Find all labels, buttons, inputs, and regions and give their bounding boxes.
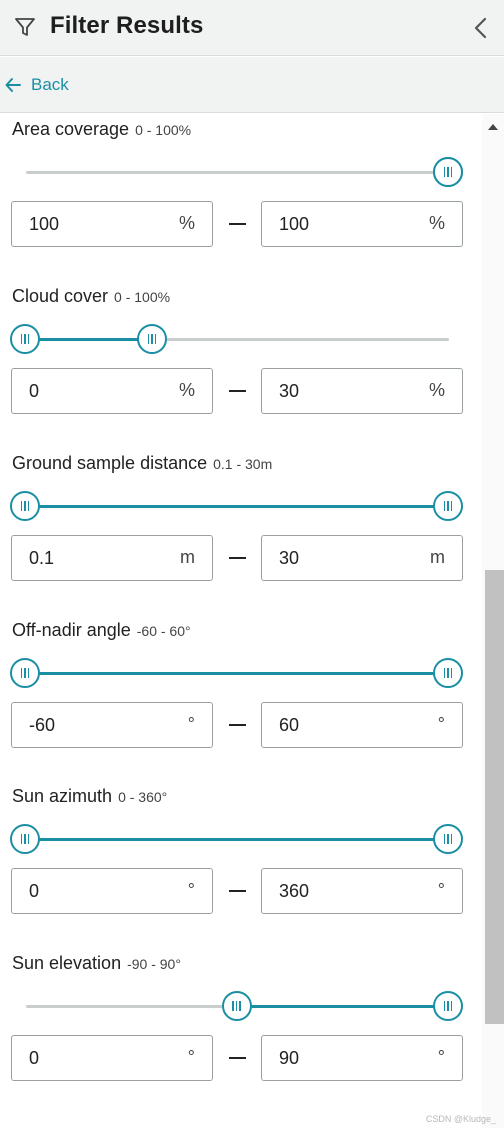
slider-max-handle[interactable] — [433, 491, 463, 521]
filter-range: 0 - 360° — [118, 789, 168, 805]
range-separator — [229, 223, 246, 225]
slider-min-handle[interactable] — [10, 491, 40, 521]
max-value-input[interactable]: 30 m — [261, 535, 463, 581]
min-value-input[interactable]: -60 ° — [11, 702, 213, 748]
range-slider[interactable] — [10, 491, 463, 521]
max-value-input[interactable]: 30% — [261, 368, 463, 414]
filter-icon — [15, 18, 35, 36]
watermark: CSDN @Kludge_ — [425, 1114, 496, 1124]
range-separator — [229, 557, 246, 559]
filter-label: Sun elevation -90 - 90° — [12, 953, 181, 973]
filter-sun-elevation: Sun elevation -90 - 90° 0 ° 90 ° — [0, 953, 482, 1120]
slider-min-handle[interactable] — [10, 658, 40, 688]
slider-fill — [26, 672, 449, 675]
slider-min-handle[interactable] — [10, 824, 40, 854]
slider-max-handle[interactable] — [433, 991, 463, 1021]
filter-label: Cloud cover 0 - 100% — [12, 286, 171, 306]
filter-range: 0 - 100% — [135, 122, 192, 138]
filter-area-coverage: Area coverage 0 - 100% 100% 100% — [0, 119, 482, 286]
slider-max-handle[interactable] — [433, 658, 463, 688]
unit-label: % — [428, 380, 445, 400]
filter-off-nadir-angle: Off-nadir angle -60 - 60° -60 ° 60 ° — [0, 620, 482, 787]
filter-ground-sample-distance: Ground sample distance 0.1 - 30m 0.1 m 30 m — [0, 453, 482, 620]
filter-range: -90 - 90° — [127, 956, 181, 972]
panel-header: Filter Results — [0, 0, 504, 56]
max-value-input[interactable]: 360 ° — [261, 868, 463, 914]
unit-label: % — [428, 213, 445, 233]
filter-label: Off-nadir angle -60 - 60° — [12, 620, 191, 640]
slider-max-handle[interactable] — [433, 157, 463, 187]
scrollbar[interactable] — [482, 114, 504, 1128]
unit-label: m — [180, 547, 195, 567]
back-label: Back — [31, 75, 69, 94]
max-value-input[interactable]: 100% — [261, 201, 463, 247]
unit-label: ° — [187, 714, 195, 734]
filter-label: Ground sample distance 0.1 - 30m — [12, 453, 273, 473]
range-slider[interactable] — [10, 324, 449, 354]
slider-fill — [26, 338, 153, 341]
unit-label: ° — [437, 714, 445, 734]
slider-min-handle[interactable] — [221, 991, 252, 1021]
unit-label: ° — [187, 1047, 195, 1067]
scroll-up-arrow-icon[interactable] — [486, 120, 500, 134]
panel-title: Filter Results — [50, 12, 204, 39]
min-value-input[interactable]: 0% — [11, 368, 213, 414]
min-value-input[interactable]: 0.1 m — [11, 535, 213, 581]
filter-sun-azimuth: Sun azimuth 0 - 360° 0 ° 360 ° — [0, 786, 482, 953]
slider-fill — [26, 838, 449, 841]
unit-label: ° — [437, 1047, 445, 1067]
slider-max-handle[interactable] — [433, 824, 463, 854]
range-slider[interactable] — [26, 991, 463, 1021]
slider-fill — [237, 1005, 449, 1008]
filter-cloud-cover: Cloud cover 0 - 100% 0% 30% — [0, 286, 482, 453]
filter-label: Sun azimuth 0 - 360° — [12, 786, 168, 806]
range-separator — [229, 890, 246, 892]
range-slider[interactable] — [10, 824, 463, 854]
unit-label: % — [178, 380, 195, 400]
filter-range: -60 - 60° — [136, 623, 191, 639]
unit-label: ° — [437, 880, 445, 900]
range-separator — [229, 1057, 246, 1059]
unit-label: % — [178, 213, 195, 233]
range-separator — [229, 724, 246, 726]
filter-range: 0.1 - 30m — [213, 456, 273, 472]
scrollbar-thumb[interactable] — [485, 570, 504, 1024]
unit-label: ° — [187, 880, 195, 900]
max-value-input[interactable]: 60 ° — [261, 702, 463, 748]
chevron-left-icon[interactable] — [470, 15, 492, 41]
min-value-input[interactable]: 0 ° — [11, 868, 213, 914]
range-slider[interactable] — [26, 157, 463, 187]
slider-fill — [26, 505, 449, 508]
arrow-left-icon — [5, 78, 21, 92]
filter-label: Area coverage 0 - 100% — [12, 119, 192, 139]
slider-max-handle[interactable] — [136, 324, 167, 354]
max-value-input[interactable]: 90 ° — [261, 1035, 463, 1081]
min-value-input[interactable]: 100% — [11, 201, 213, 247]
navigation-bar: Back — [0, 57, 504, 113]
range-slider[interactable] — [10, 658, 463, 688]
range-separator — [229, 390, 246, 392]
slider-min-handle[interactable] — [10, 324, 40, 354]
filter-range: 0 - 100% — [114, 289, 171, 305]
filter-list: Area coverage 0 - 100% 100% 100% Cloud co… — [0, 114, 482, 1128]
unit-label: m — [430, 547, 445, 567]
min-value-input[interactable]: 0 ° — [11, 1035, 213, 1081]
back-button[interactable]: Back — [4, 73, 69, 97]
